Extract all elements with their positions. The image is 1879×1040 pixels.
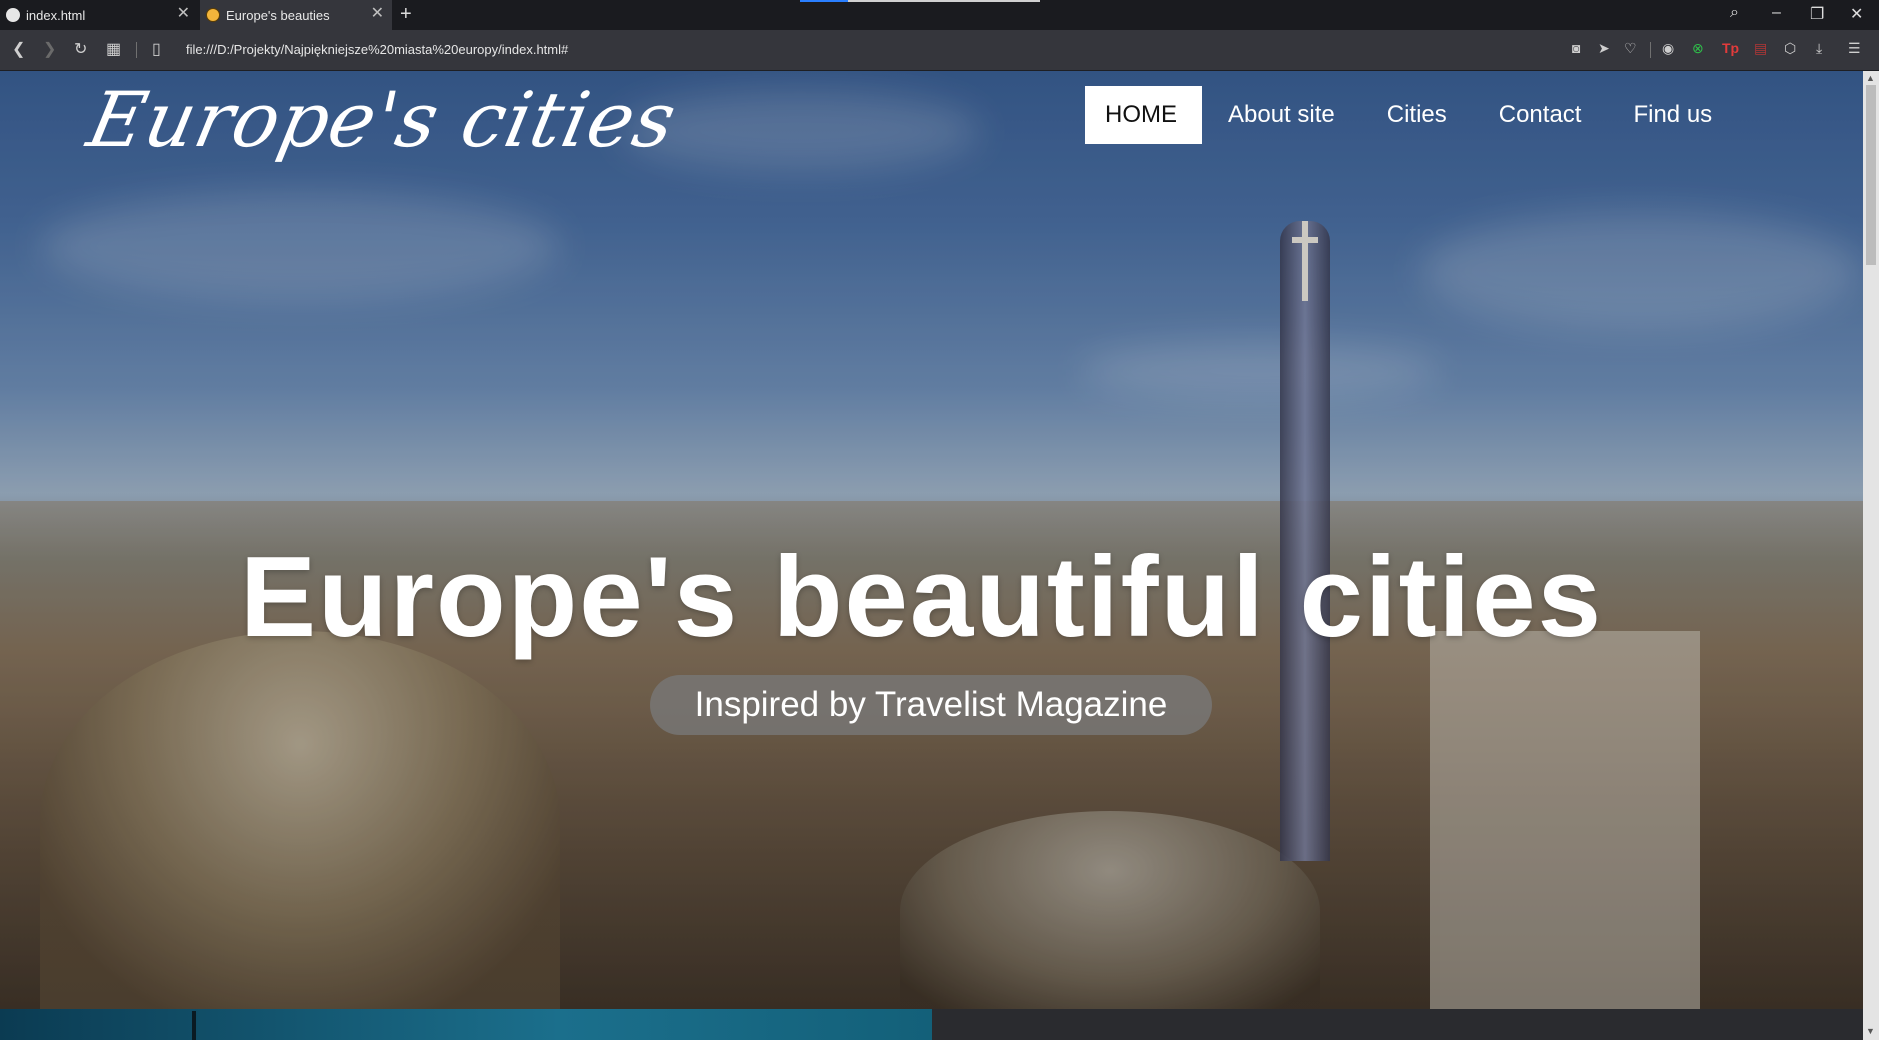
url-field[interactable]: file:///D:/Projekty/Najpiękniejsze%20mia… (186, 42, 568, 57)
tab-title: Europe's beauties (226, 7, 330, 23)
scroll-up-icon[interactable]: ▲ (1866, 73, 1875, 83)
plus-icon[interactable]: + (400, 3, 412, 26)
cube-icon[interactable]: ⬡ (1784, 40, 1796, 57)
extension-icon[interactable]: ◉ (1662, 40, 1674, 57)
section-teaser-panel (932, 1009, 1863, 1040)
hero-subtitle-badge: Inspired by Travelist Magazine (650, 675, 1212, 735)
restore-icon[interactable]: ❐ (1810, 4, 1824, 24)
browser-tab-europes-beauties[interactable]: Europe's beauties ✕ (200, 0, 392, 30)
reload-icon[interactable]: ↻ (74, 39, 87, 59)
browser-tab-bar: index.html ✕ Europe's beauties ✕ + ⌕ – ❐… (0, 0, 1879, 30)
divider (136, 42, 137, 58)
close-icon[interactable]: ✕ (371, 6, 384, 22)
site-logo[interactable]: Europe's cities (81, 75, 685, 164)
section-teaser-image (0, 1009, 932, 1040)
globe-icon (6, 8, 20, 22)
tabs-grid-icon[interactable]: ▦ (106, 39, 121, 59)
nav-item-home[interactable]: HOME (1085, 86, 1202, 144)
hero-section: Europe's cities HOME About site Cities C… (0, 71, 1863, 1011)
nav-item-about-site[interactable]: About site (1202, 86, 1361, 144)
site-favicon-icon (206, 8, 220, 22)
search-icon[interactable]: ⌕ (1730, 4, 1739, 22)
spire-silhouette (192, 1011, 196, 1040)
browser-tab-index[interactable]: index.html ✕ (0, 0, 198, 30)
loading-indicator-track (848, 0, 1040, 2)
page-viewport: Europe's cities HOME About site Cities C… (0, 71, 1863, 1040)
camera-icon[interactable]: ◙ (1572, 40, 1580, 56)
page-scrollbar[interactable]: ▲ ▼ (1863, 71, 1879, 1040)
menu-icon[interactable]: ☰ (1848, 40, 1861, 57)
tab-title: index.html (26, 7, 86, 23)
heart-icon[interactable]: ♡ (1624, 40, 1637, 57)
scrollbar-thumb[interactable] (1866, 85, 1876, 265)
nav-item-find-us[interactable]: Find us (1607, 86, 1738, 144)
hero-headline: Europe's beautiful cities (239, 534, 1604, 662)
loading-indicator (800, 0, 848, 2)
extension-icon[interactable]: Tp (1722, 40, 1739, 56)
main-navigation: HOME About site Cities Contact Find us (1085, 86, 1738, 144)
minimize-icon[interactable]: – (1772, 4, 1781, 22)
extension-icon[interactable]: ▤ (1754, 40, 1767, 57)
address-bar: ❮ ❯ ↻ ▦ ▯ file:///D:/Projekty/Najpięknie… (0, 30, 1879, 71)
page-icon: ▯ (152, 41, 161, 58)
forward-icon[interactable]: ❯ (43, 39, 56, 59)
download-icon[interactable]: ⤓ (1816, 40, 1822, 57)
nav-item-contact[interactable]: Contact (1473, 86, 1608, 144)
extension-icon[interactable]: ⊗ (1692, 40, 1704, 57)
close-window-icon[interactable]: ✕ (1850, 4, 1863, 24)
back-icon[interactable]: ❮ (12, 39, 25, 59)
send-icon[interactable]: ➤ (1598, 40, 1610, 57)
nav-item-cities[interactable]: Cities (1361, 86, 1473, 144)
scroll-down-icon[interactable]: ▼ (1866, 1026, 1875, 1036)
divider (1650, 42, 1651, 58)
close-icon[interactable]: ✕ (177, 6, 190, 22)
